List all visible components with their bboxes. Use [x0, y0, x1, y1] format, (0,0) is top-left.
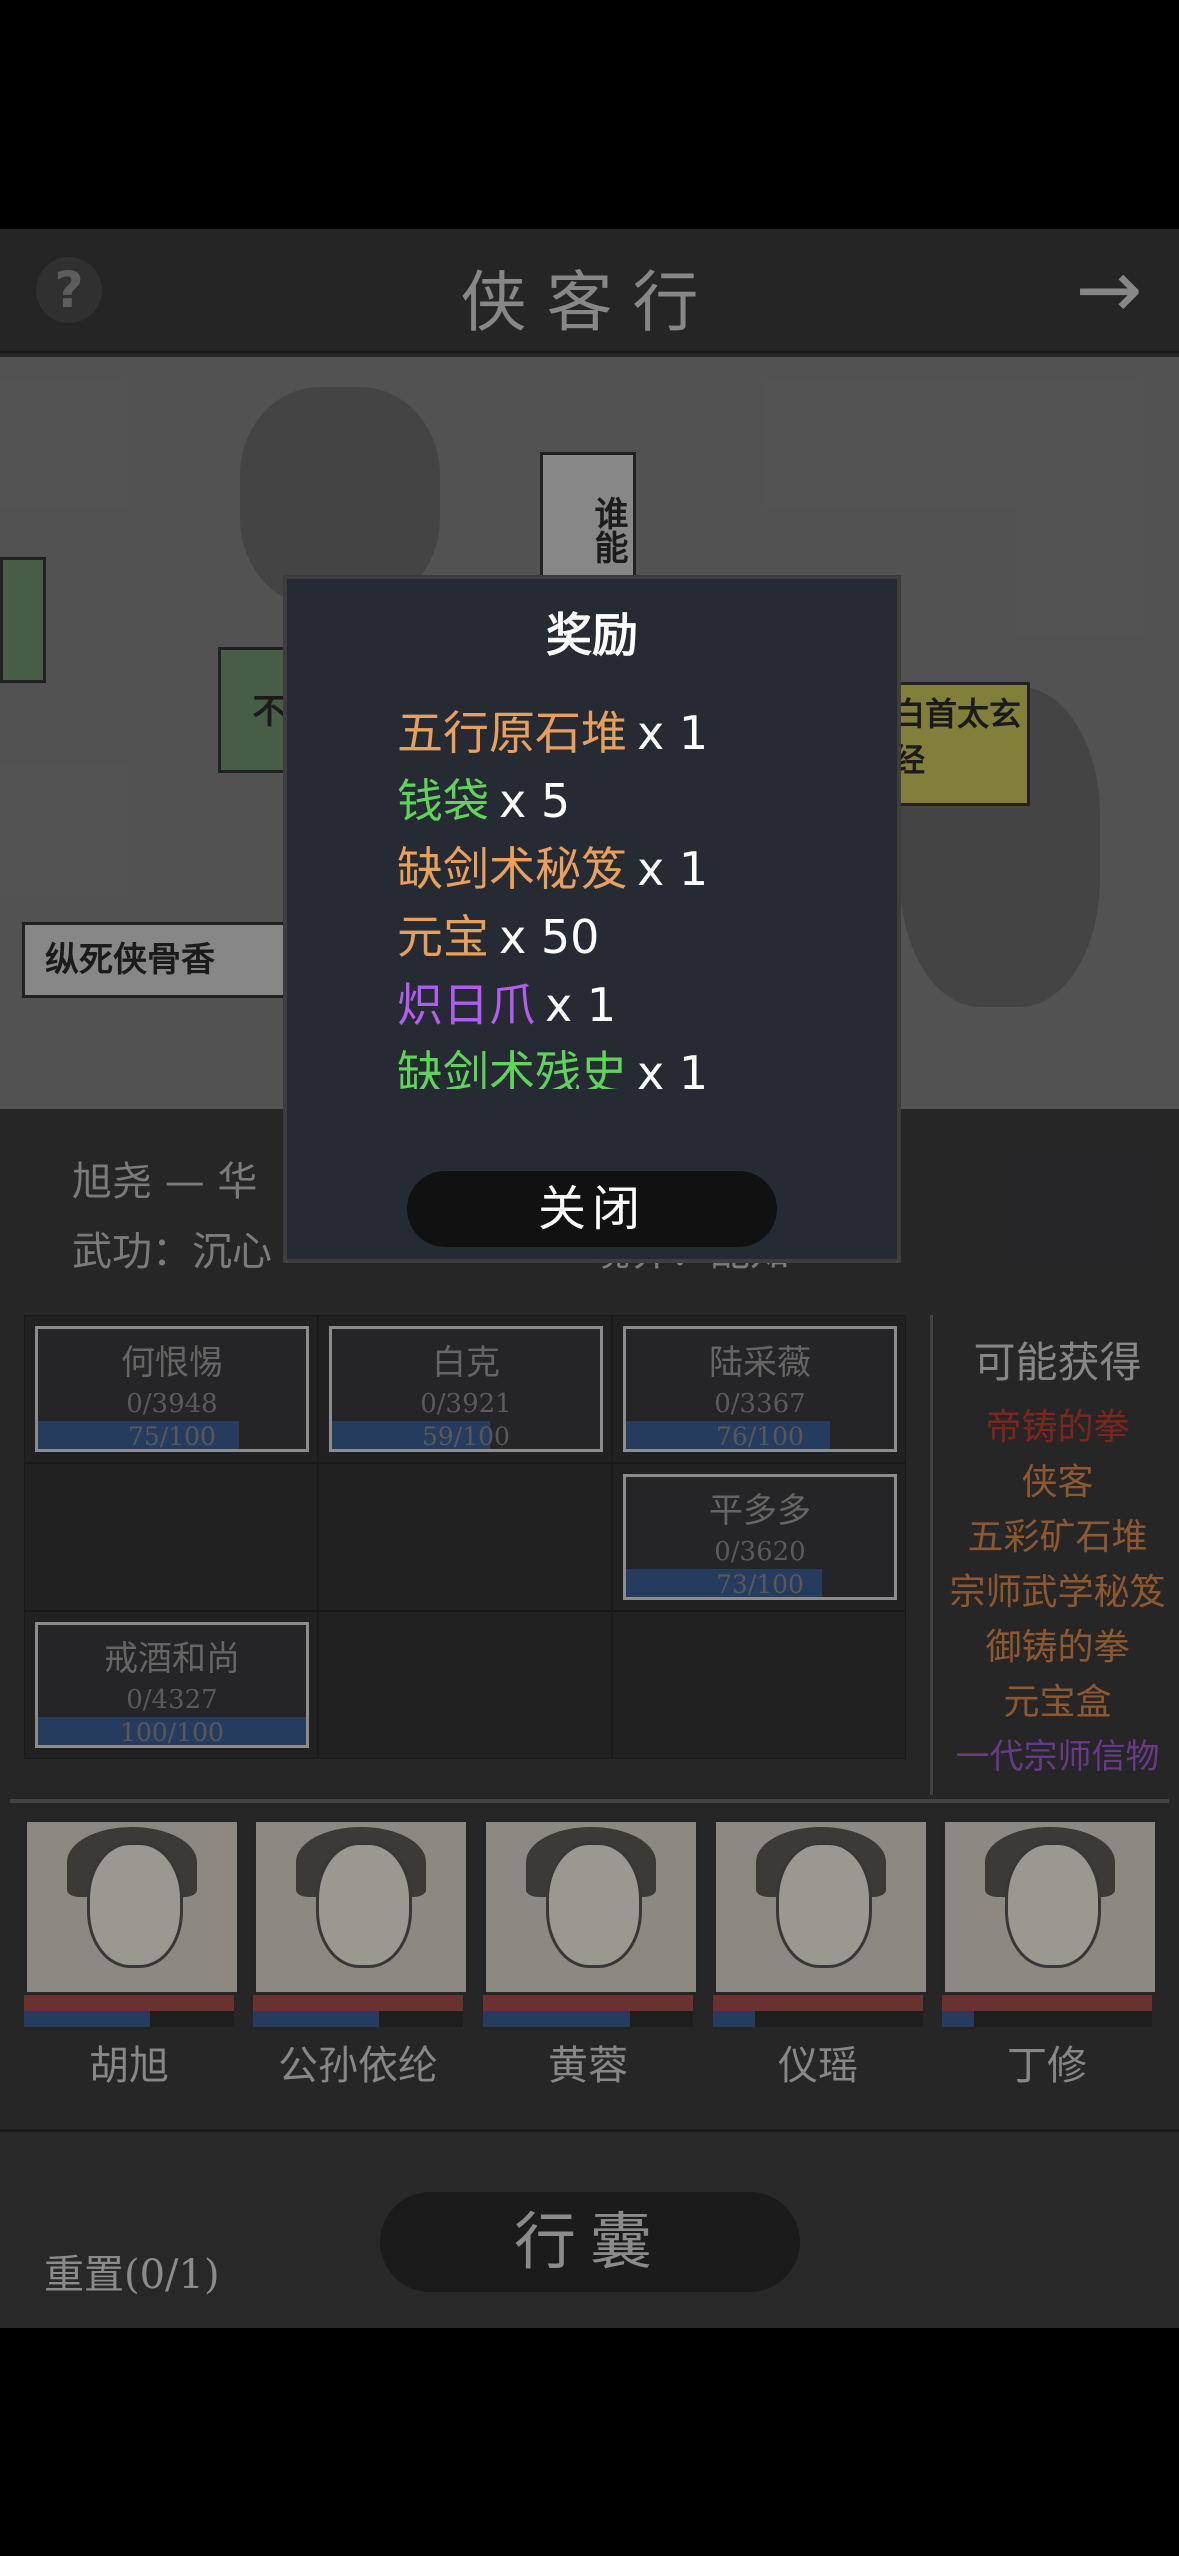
reward-item: 炽日爪 x 1 [397, 971, 857, 1039]
reward-qty: x 1 [637, 842, 709, 896]
reward-qty: x 50 [499, 910, 600, 964]
reward-item: 元宝 x 50 [397, 903, 857, 971]
reward-name: 元宝 [397, 910, 489, 964]
reward-qty: x 5 [499, 774, 571, 828]
modal-title: 奖励 [546, 608, 638, 662]
reward-name: 钱袋 [397, 774, 489, 828]
reward-name: 五行原石堆 [397, 706, 627, 760]
reward-item: 缺剑术秘笈 x 1 [397, 835, 857, 903]
reward-qty: x 1 [545, 978, 617, 1032]
reward-name: 缺剑术秘笈 [397, 842, 627, 896]
reward-item: 钱袋 x 5 [397, 767, 857, 835]
reward-qty: x 1 [637, 1046, 709, 1089]
reward-name: 缺剑术残史 [397, 1046, 627, 1089]
reward-list: 五行原石堆 x 1 钱袋 x 5 缺剑术秘笈 x 1 元宝 x 50 炽日爪 x 1 缺剑… [397, 699, 857, 1089]
close-button[interactable]: 关闭 [407, 1171, 777, 1247]
reward-name: 炽日爪 [397, 978, 535, 1032]
reward-item: 缺剑术残史 x 1 [397, 1039, 857, 1089]
reward-modal: 奖励 五行原石堆 x 1 钱袋 x 5 缺剑术秘笈 x 1 元宝 x 50 炽日爪 x 1… [283, 575, 901, 1263]
reward-qty: x 1 [637, 706, 709, 760]
reward-item: 五行原石堆 x 1 [397, 699, 857, 767]
modal-backdrop [0, 0, 1179, 2556]
